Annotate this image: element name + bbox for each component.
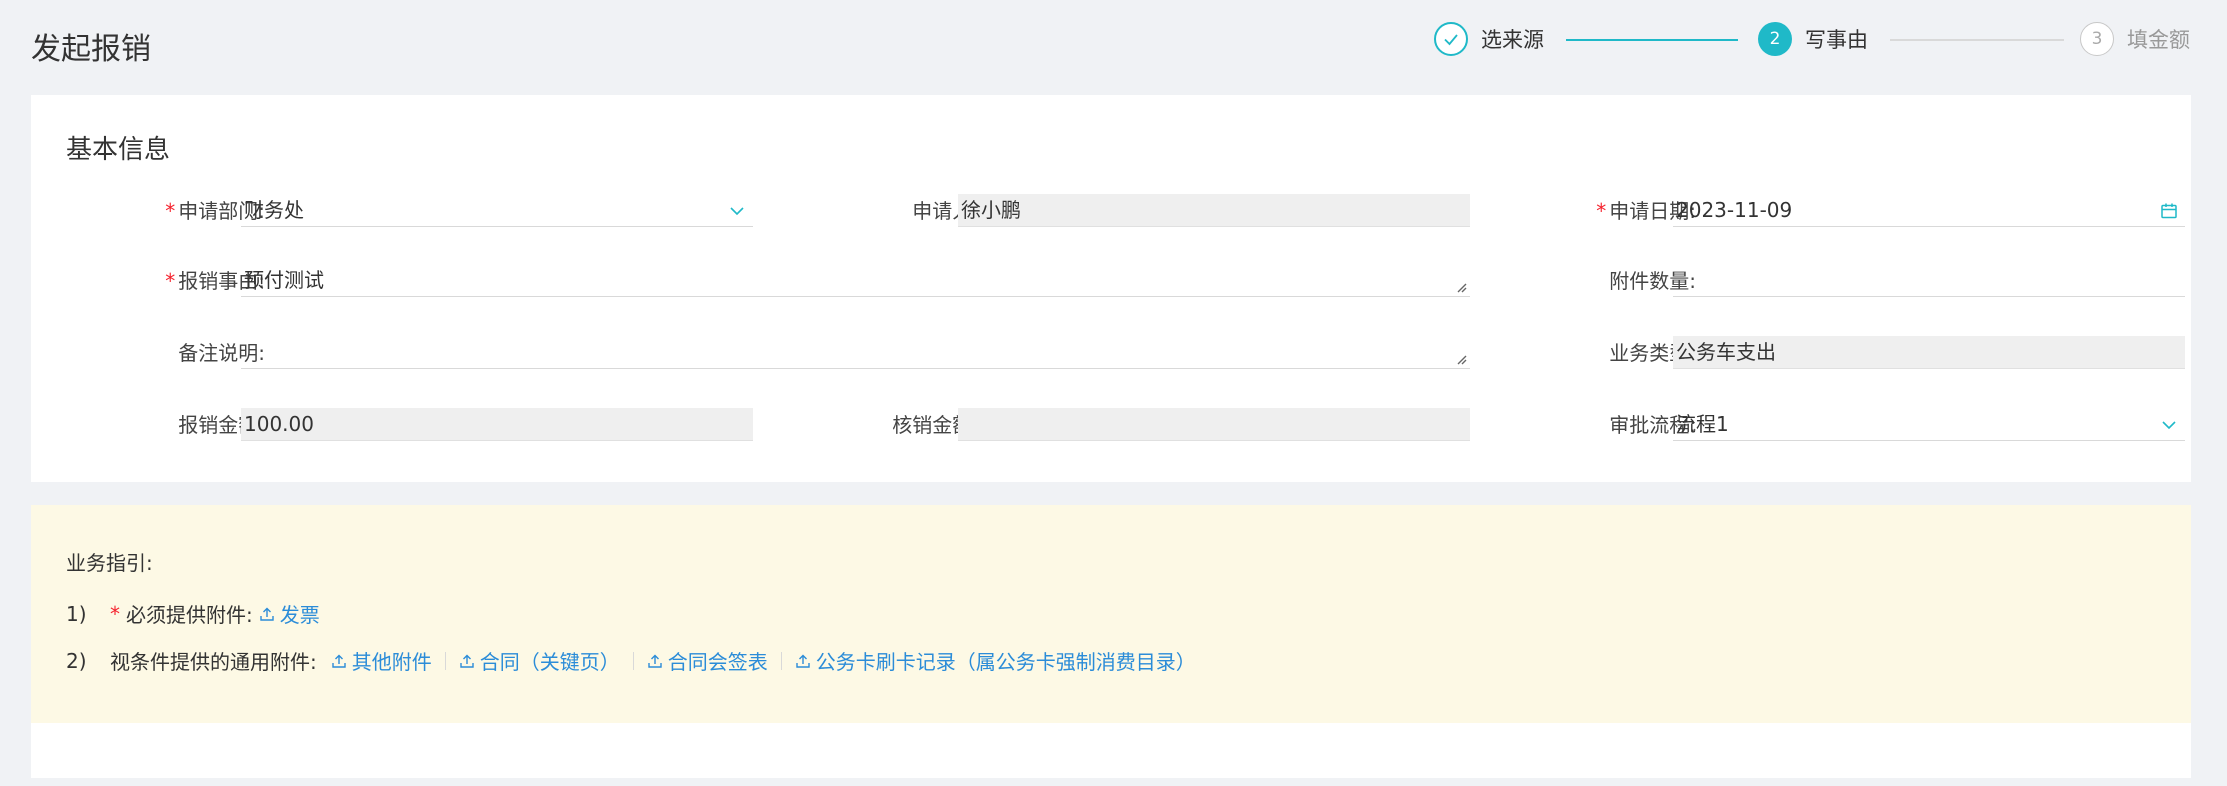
guide-row-number: 2) [66, 648, 87, 673]
upload-invoice-link[interactable]: 发票 [259, 599, 320, 628]
step-1: 选来源 [1434, 20, 1544, 58]
step-2-label: 写事由 [1805, 28, 1868, 52]
applicant-label: 申请人: [912, 199, 979, 223]
guide-row-text: 必须提供附件: [126, 603, 253, 627]
date-label: * 申请日期: [1596, 199, 1696, 223]
resize-handle-icon[interactable] [1454, 280, 1468, 294]
flow-value: 流程1 [1676, 412, 1729, 436]
guide-row-number: 1) [66, 601, 87, 626]
step-3-label: 填金额 [2127, 28, 2190, 52]
basic-info-card: 基本信息 * 申请部门: 财务处 申请人: 徐小鹏 * 申请日期: 2023-11-… [31, 95, 2191, 482]
upload-icon [648, 654, 662, 668]
upload-icon [332, 654, 346, 668]
step-3-number: 3 [2080, 22, 2114, 56]
upload-icon [260, 607, 274, 621]
chevron-down-icon [730, 207, 744, 216]
dept-select[interactable]: 财务处 [241, 194, 753, 227]
bottom-card [31, 723, 2191, 778]
divider [780, 651, 782, 670]
flow-label: 审批流程: [1609, 413, 1696, 437]
attachments-input[interactable] [1673, 264, 2185, 297]
progress-steps: 选来源 2 写事由 3 填金额 [1434, 20, 2194, 58]
upload-contract-link[interactable]: 合同（关键页） [459, 646, 620, 675]
upload-other-link[interactable]: 其他附件 [331, 646, 432, 675]
attachments-label: 附件数量: [1609, 269, 1696, 293]
dept-value: 财务处 [244, 198, 304, 222]
calendar-icon [2161, 203, 2177, 219]
step-connector-2 [1890, 39, 2064, 41]
resize-handle-icon[interactable] [1454, 352, 1468, 366]
check-icon [1434, 22, 1468, 56]
step-2: 2 写事由 [1758, 20, 1868, 58]
step-3: 3 填金额 [2080, 20, 2190, 58]
divider [632, 651, 634, 670]
business-guide-panel: 业务指引: 1) * 必须提供附件: 发票 2) 视条件提供的通用附件: 其他附… [31, 505, 2191, 723]
flow-select[interactable]: 流程1 [1673, 408, 2185, 441]
guide-row-optional: 2) 视条件提供的通用附件: 其他附件 合同（关键页） 合同会签表 公务卡刷卡记… [66, 646, 1196, 675]
reason-value: 预付测试 [244, 268, 324, 292]
required-mark: * [110, 601, 120, 626]
amount-input[interactable]: 100.00 [241, 408, 753, 441]
step-connector-1 [1566, 39, 1738, 41]
reason-textarea[interactable]: 预付测试 [241, 264, 1470, 297]
guide-row-required: 1) * 必须提供附件: 发票 [66, 599, 320, 628]
biz-type-label: 业务类型: [1609, 341, 1696, 365]
date-picker[interactable]: 2023-11-09 [1673, 194, 2185, 227]
upload-contract-sign-link[interactable]: 合同会签表 [647, 646, 768, 675]
chevron-down-icon [2162, 421, 2176, 430]
remark-textarea[interactable] [241, 336, 1470, 369]
step-1-label: 选来源 [1481, 28, 1544, 52]
upload-icon [460, 654, 474, 668]
applicant-input[interactable]: 徐小鹏 [958, 194, 1470, 227]
step-2-number: 2 [1758, 22, 1792, 56]
writeoff-input[interactable] [958, 408, 1470, 441]
guide-title: 业务指引: [66, 551, 153, 575]
date-value: 2023-11-09 [1676, 198, 1793, 222]
upload-card-record-link[interactable]: 公务卡刷卡记录（属公务卡强制消费目录） [795, 646, 1196, 675]
section-title: 基本信息 [66, 135, 171, 165]
upload-icon [796, 654, 810, 668]
biz-type-input[interactable]: 公务车支出 [1673, 336, 2185, 369]
writeoff-label: 核销金额: [892, 413, 979, 437]
divider [444, 651, 446, 670]
guide-row-text: 视条件提供的通用附件: [110, 650, 317, 674]
page-title: 发起报销 [31, 32, 151, 67]
